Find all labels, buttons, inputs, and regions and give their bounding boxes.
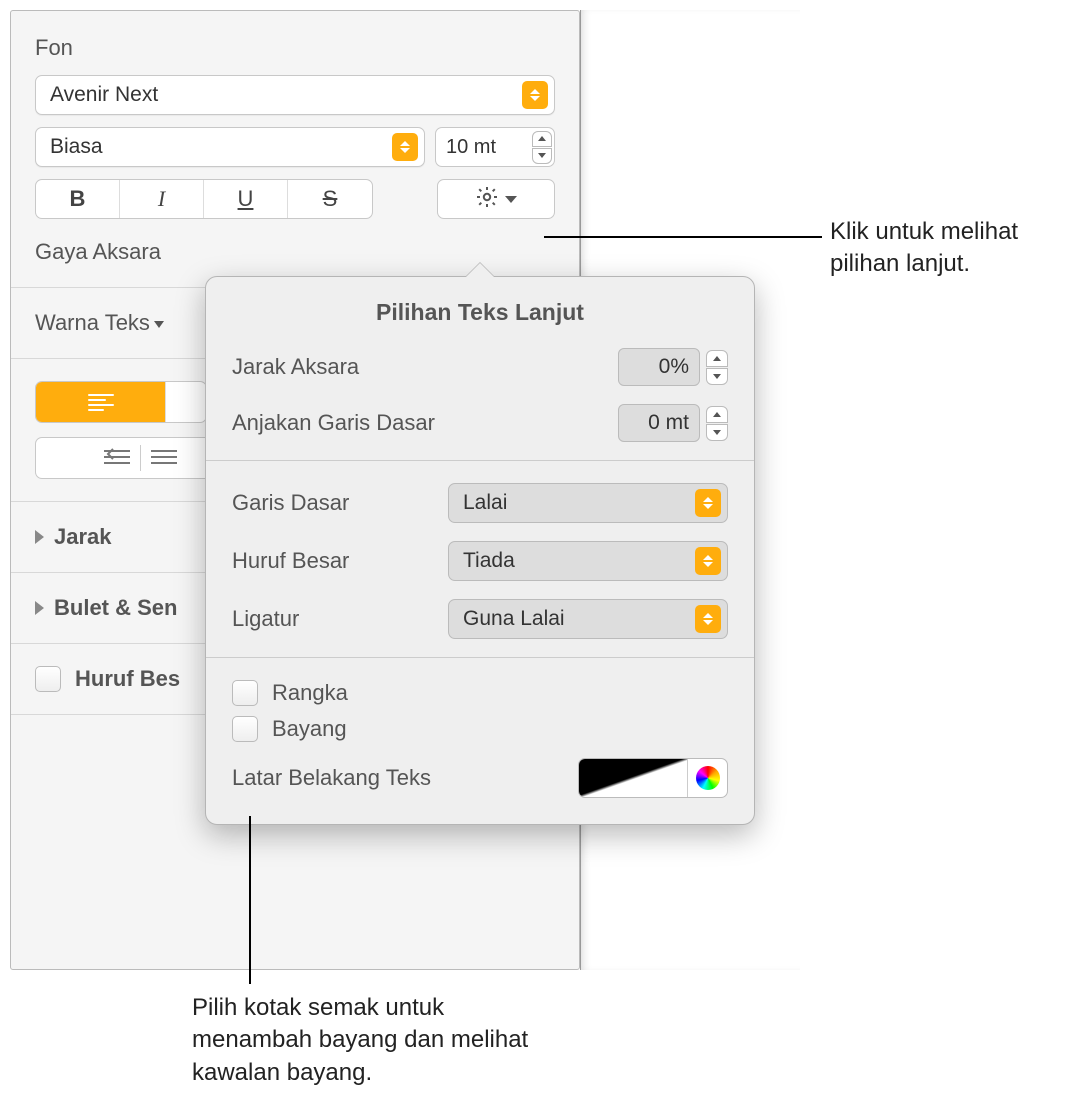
shadow-checkbox[interactable] <box>232 716 258 742</box>
stepper-down-icon[interactable] <box>706 368 728 385</box>
spacing-label: Jarak <box>54 524 112 550</box>
color-wheel-icon <box>696 766 720 790</box>
chevron-down-icon <box>154 321 164 328</box>
char-spacing-label: Jarak Aksara <box>232 354 359 380</box>
shadow-label: Bayang <box>272 716 347 742</box>
italic-button[interactable]: I <box>120 180 204 218</box>
color-wheel-button[interactable] <box>687 758 727 798</box>
font-style-value: Biasa <box>50 135 103 159</box>
gear-icon <box>475 185 499 214</box>
baseline-shift-label: Anjakan Garis Dasar <box>232 410 435 436</box>
baseline-shift-value[interactable]: 0 mt <box>618 404 700 442</box>
align-center-button[interactable] <box>166 382 206 422</box>
outline-checkbox-row[interactable]: Rangka <box>232 680 728 706</box>
advanced-text-popover: Pilihan Teks Lanjut Jarak Aksara 0% Anja… <box>205 276 755 825</box>
color-swatch-icon[interactable] <box>579 759 687 797</box>
chevron-updown-icon <box>695 489 721 517</box>
stepper-down-icon[interactable] <box>706 424 728 441</box>
stepper-down-icon[interactable] <box>532 148 552 164</box>
textbg-label: Latar Belakang Teks <box>232 765 431 791</box>
chevron-down-icon <box>505 196 517 203</box>
baseline-label: Garis Dasar <box>232 490 349 516</box>
shadow-checkbox-row[interactable]: Bayang <box>232 716 728 742</box>
baseline-shift-field[interactable]: 0 mt <box>618 404 728 442</box>
char-style-label: Gaya Aksara <box>35 239 555 265</box>
ligature-value: Guna Lalai <box>463 607 565 631</box>
checkbox[interactable] <box>232 680 258 706</box>
stepper-up-icon[interactable] <box>706 350 728 367</box>
ligature-dropdown[interactable]: Guna Lalai <box>448 599 728 639</box>
stepper-up-icon[interactable] <box>532 131 552 147</box>
strikethrough-button[interactable]: S <box>288 180 372 218</box>
baseline-shift-stepper[interactable] <box>706 406 728 441</box>
baseline-value: Lalai <box>463 491 507 515</box>
divider <box>206 657 754 658</box>
font-size-value: 10 mt <box>446 136 528 159</box>
callout-gear: Klik untuk melihat pilihan lanjut. <box>830 216 1060 281</box>
caps-pop-label: Huruf Besar <box>232 548 349 574</box>
callout-line <box>249 816 251 984</box>
font-style-dropdown[interactable]: Biasa <box>35 127 425 167</box>
font-section-title: Fon <box>35 35 555 61</box>
baseline-dropdown[interactable]: Lalai <box>448 483 728 523</box>
alignment-segment <box>35 381 207 423</box>
checkbox[interactable] <box>35 666 61 692</box>
indent-decrease-icon <box>104 448 130 468</box>
advanced-options-button[interactable] <box>437 179 555 219</box>
char-spacing-stepper[interactable] <box>706 350 728 385</box>
outline-label: Rangka <box>272 680 348 706</box>
ligature-label: Ligatur <box>232 606 299 632</box>
chevron-updown-icon <box>522 81 548 109</box>
caps-dropdown[interactable]: Tiada <box>448 541 728 581</box>
font-family-dropdown[interactable]: Avenir Next <box>35 75 555 115</box>
font-size-field[interactable]: 10 mt <box>435 127 555 167</box>
char-spacing-value[interactable]: 0% <box>618 348 700 386</box>
chevron-updown-icon <box>695 547 721 575</box>
callout-line <box>544 236 822 238</box>
callout-shadow: Pilih kotak semak untuk menambah bayang … <box>192 992 532 1089</box>
indent-increase-icon <box>151 448 177 468</box>
char-spacing-field[interactable]: 0% <box>618 348 728 386</box>
stepper-up-icon[interactable] <box>706 406 728 423</box>
popover-title: Pilihan Teks Lanjut <box>232 299 728 326</box>
chevron-updown-icon <box>695 605 721 633</box>
text-bg-color-well[interactable] <box>578 758 728 798</box>
chevron-updown-icon <box>392 133 418 161</box>
font-size-stepper[interactable] <box>532 131 552 164</box>
caps-value: Tiada <box>463 549 515 573</box>
divider <box>206 460 754 461</box>
font-family-value: Avenir Next <box>50 83 158 107</box>
bold-button[interactable]: B <box>36 180 120 218</box>
align-left-button[interactable] <box>36 382 166 422</box>
bullets-label: Bulet & Sen <box>54 595 177 621</box>
underline-button[interactable]: U <box>204 180 288 218</box>
chevron-right-icon <box>35 530 44 544</box>
font-style-segment: B I U S <box>35 179 373 219</box>
caps-label: Huruf Bes <box>75 666 180 692</box>
chevron-right-icon <box>35 601 44 615</box>
